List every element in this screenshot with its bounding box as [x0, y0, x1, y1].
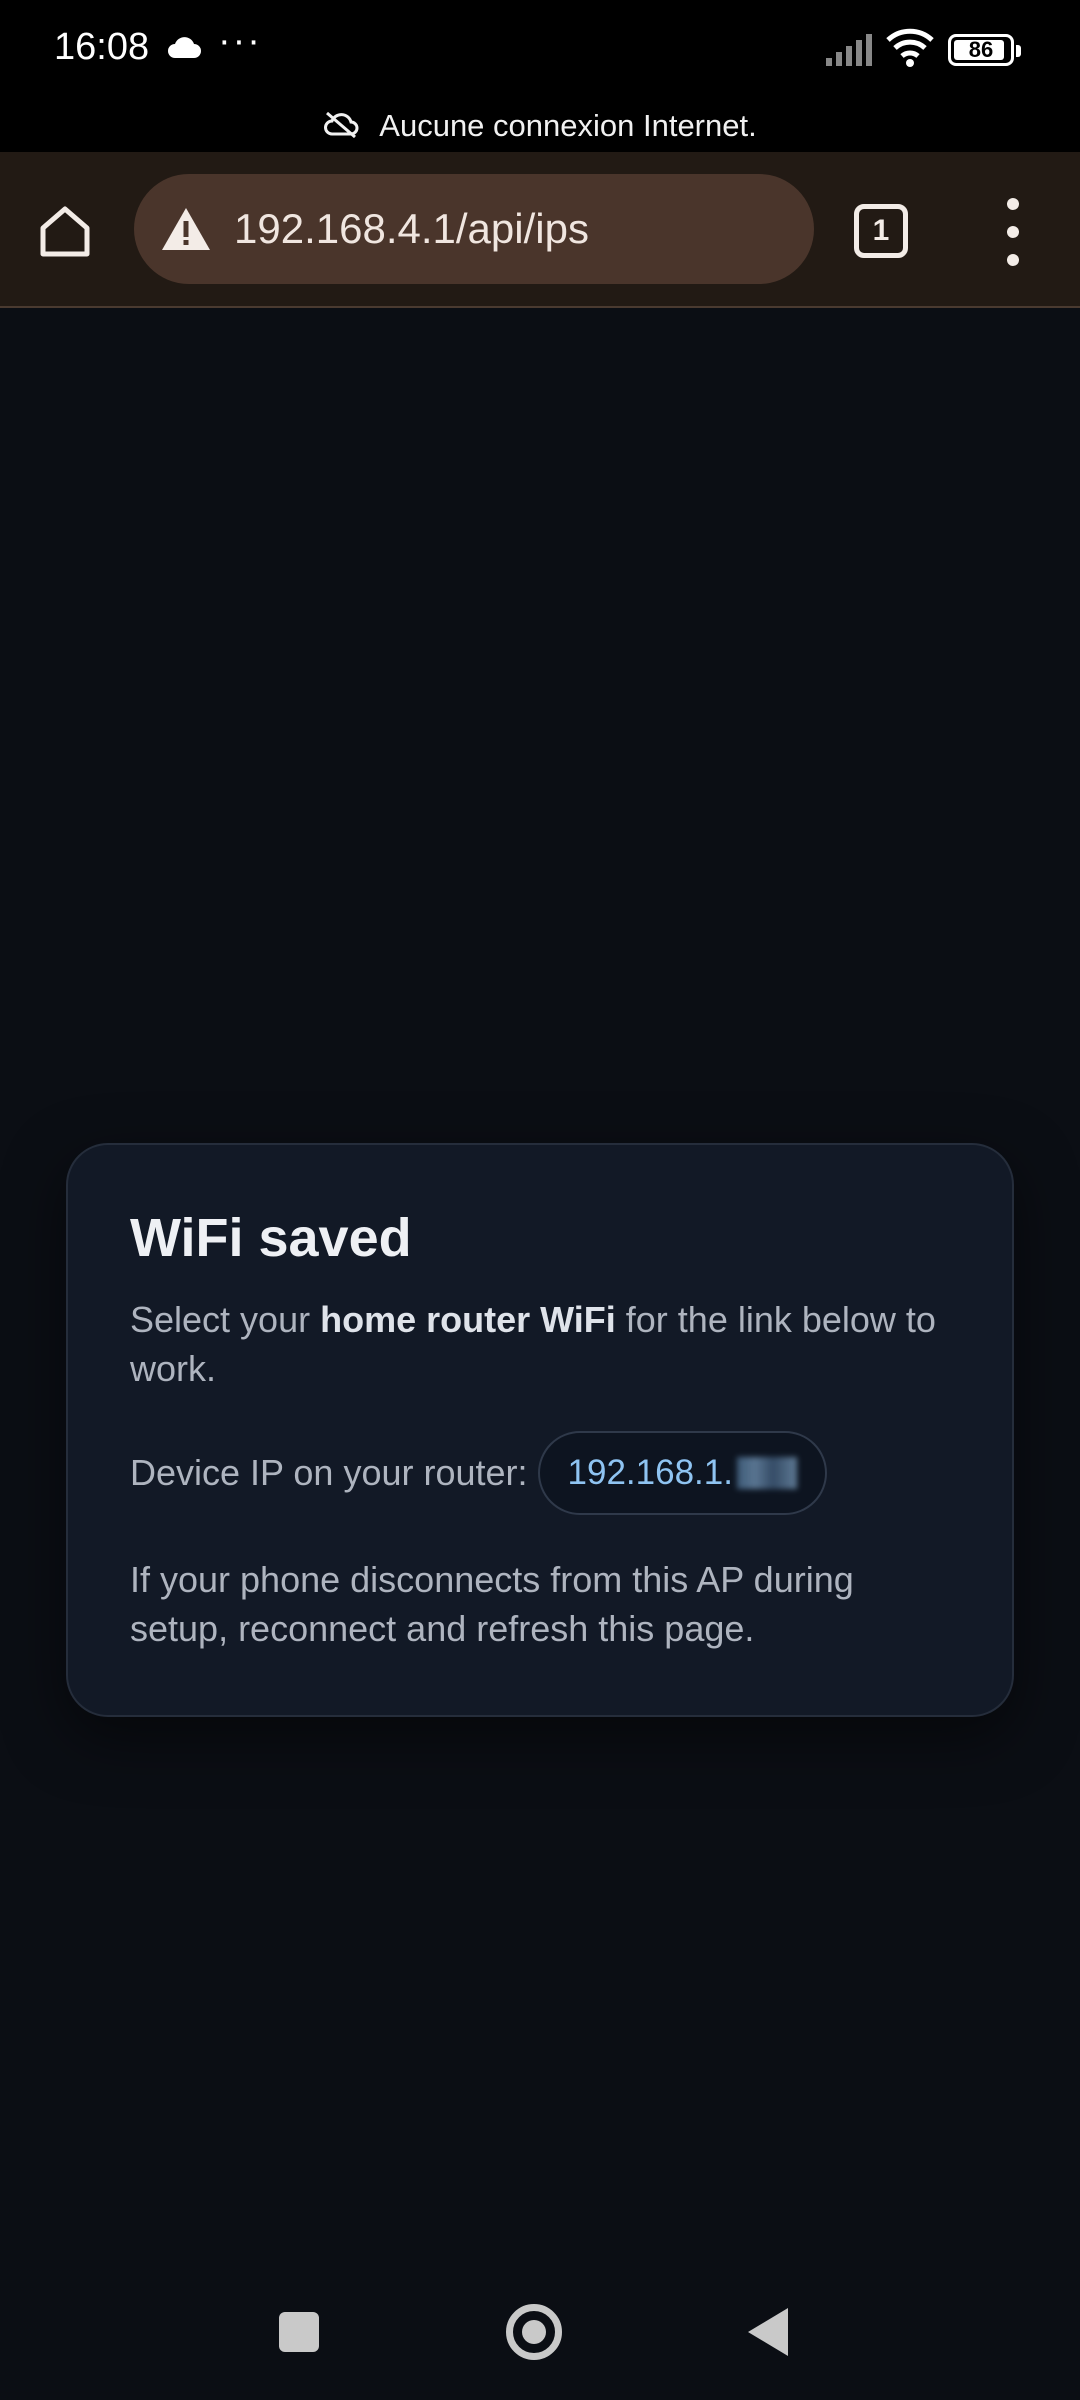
url-text: 192.168.4.1/api/ips — [234, 205, 589, 252]
tabs-button[interactable]: 1 — [854, 204, 908, 258]
home-icon — [40, 206, 90, 257]
ip-label: Device IP on your router: — [130, 1452, 528, 1493]
home-button[interactable] — [30, 196, 100, 266]
card-note: If your phone disconnects from this AP d… — [130, 1559, 854, 1649]
home-circle-icon[interactable] — [506, 2304, 562, 2360]
offline-text: Aucune connexion Internet. — [379, 108, 757, 143]
ip-value: 192.168.1. — [567, 1453, 733, 1492]
ip-chip[interactable]: 192.168.1. — [537, 1431, 827, 1515]
more-vert-icon[interactable] — [990, 192, 1036, 272]
status-bar: 16:08 ··· 86 — [0, 0, 1080, 100]
card-title: WiFi saved — [130, 1208, 412, 1268]
instruction-highlight: home router WiFi — [320, 1299, 616, 1340]
status-time: 16:08 — [54, 26, 150, 68]
cloud-icon — [166, 36, 202, 65]
overflow-dots-icon: ··· — [218, 20, 262, 62]
signal-icon — [826, 34, 876, 71]
wifi-icon — [886, 28, 934, 73]
system-nav-bar — [0, 2270, 1080, 2390]
card-instructions: Select your home router WiFi for the lin… — [130, 1295, 950, 1393]
recents-icon[interactable] — [279, 2312, 319, 2352]
wifi-saved-card: WiFi saved Select your home router WiFi … — [66, 1143, 1014, 1717]
instruction-text-start: Select your — [130, 1299, 321, 1340]
back-icon[interactable] — [748, 2308, 788, 2356]
cloud-off-icon — [323, 110, 359, 143]
browser-toolbar: 192.168.4.1/api/ips 1 — [0, 152, 1080, 308]
tab-count: 1 — [872, 214, 890, 247]
offline-banner: Aucune connexion Internet. — [0, 100, 1080, 152]
battery-icon: 86 — [948, 34, 1021, 66]
battery-level: 86 — [968, 37, 994, 62]
device-ip-row: Device IP on your router: 192.168.1. — [130, 1431, 950, 1515]
redacted-octet — [736, 1457, 797, 1489]
warning-icon[interactable] — [154, 201, 218, 257]
address-bar[interactable]: 192.168.4.1/api/ips — [134, 174, 814, 284]
